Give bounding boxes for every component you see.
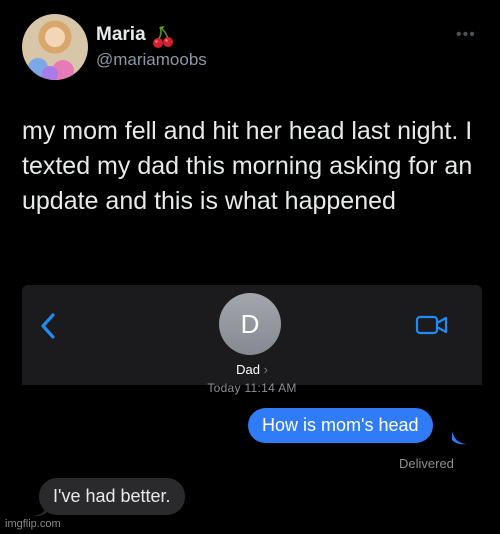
author-handle[interactable]: @mariamoobs: [96, 50, 207, 70]
received-message-bubble[interactable]: I've had better.: [39, 478, 185, 515]
author-avatar[interactable]: [22, 14, 88, 80]
more-icon[interactable]: •••: [456, 26, 476, 44]
messages-header: D Dad ›: [22, 285, 482, 385]
tweet-text: my mom fell and hit her head last night.…: [22, 117, 473, 215]
sent-bubble-tail: [452, 431, 466, 445]
cherries-icon: [153, 26, 173, 48]
embedded-message-screenshot: D Dad › Today 11:14 AM How is mom's head…: [22, 285, 482, 534]
back-chevron-icon[interactable]: [36, 311, 60, 341]
contact-avatar[interactable]: D: [219, 293, 281, 355]
contact-chevron: ›: [263, 362, 268, 377]
contact-name: Dad: [236, 362, 260, 377]
video-camera-icon[interactable]: [414, 311, 450, 339]
received-bubble-tail: [33, 505, 47, 517]
imgflip-watermark: imgflip.com: [5, 518, 61, 530]
delivered-status: Delivered: [399, 456, 454, 471]
contact-initial: D: [240, 308, 260, 339]
sent-message-bubble[interactable]: How is mom's head: [248, 408, 433, 443]
contact-name-row[interactable]: Dad ›: [22, 362, 482, 377]
message-timestamp: Today 11:14 AM: [207, 381, 297, 395]
author-name[interactable]: Maria: [96, 24, 146, 46]
